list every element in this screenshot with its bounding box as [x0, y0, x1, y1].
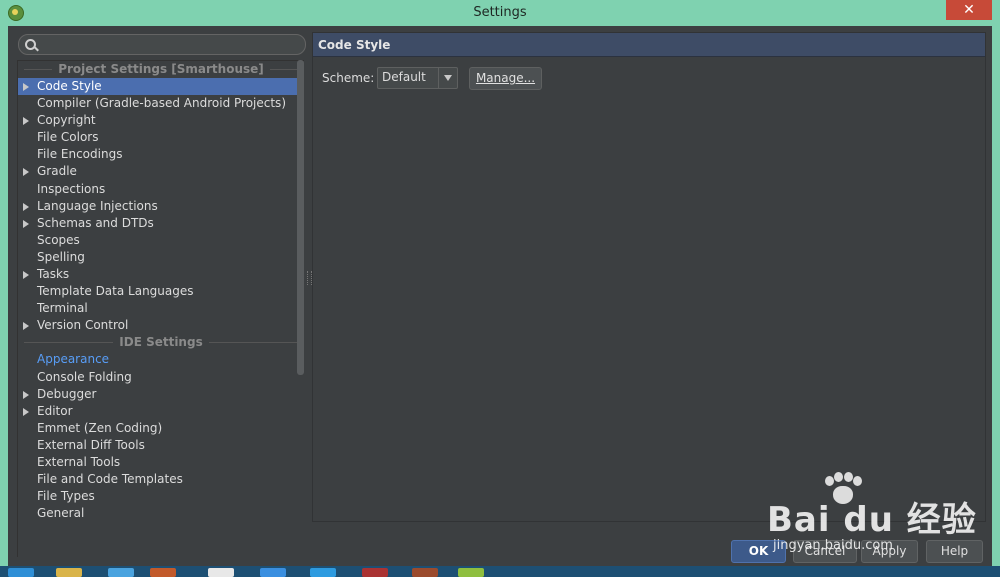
chevron-right-icon[interactable] — [23, 407, 29, 416]
tree-item-label: External Tools — [37, 454, 121, 469]
tree-item-external-tools[interactable]: External Tools — [18, 454, 304, 471]
firefox-icon[interactable] — [150, 568, 176, 577]
tree-item-label: Compiler (Gradle-based Android Projects) — [37, 96, 286, 111]
tree-scrollbar[interactable] — [297, 60, 304, 375]
settings-navigation: Project Settings [Smarthouse] Code Style… — [8, 26, 306, 566]
ide-settings-list: Appearance Console Folding Debugger Editor E… — [18, 351, 304, 522]
watermark-url: jingyan.baidu.com — [773, 538, 893, 553]
media-icon[interactable] — [362, 568, 388, 577]
scheme-dropdown[interactable]: Default — [377, 67, 458, 89]
manage-button[interactable]: Manage... — [469, 67, 542, 90]
chevron-right-icon[interactable] — [23, 168, 29, 177]
tree-item-template-data-languages[interactable]: Template Data Languages — [18, 283, 304, 300]
tree-item-tasks[interactable]: Tasks — [18, 266, 304, 283]
watermark-brand: Bai du 经验 — [767, 500, 977, 540]
chevron-right-icon[interactable] — [23, 83, 29, 91]
tree-item-label: Editor — [37, 403, 73, 418]
chevron-down-icon — [444, 75, 452, 81]
tree-item-label: Emmet (Zen Coding) — [37, 420, 163, 435]
tree-item-file-and-code-templates[interactable]: File and Code Templates — [18, 471, 304, 488]
tree-item-label: Appearance — [37, 352, 110, 367]
close-button[interactable]: ✕ — [946, 0, 992, 20]
tree-item-label: Version Control — [37, 318, 129, 333]
settings-tree: Project Settings [Smarthouse] Code Style… — [17, 60, 304, 557]
search-input[interactable] — [41, 36, 300, 53]
tree-item-external-diff-tools[interactable]: External Diff Tools — [18, 437, 304, 454]
tree-item-debugger[interactable]: Debugger — [18, 386, 304, 403]
tree-item-compiler-gradle-based-android-projects[interactable]: Compiler (Gradle-based Android Projects) — [18, 95, 304, 112]
tree-item-label: Tasks — [37, 267, 70, 282]
tree-item-appearance[interactable]: Appearance — [18, 351, 304, 368]
app-icon[interactable] — [108, 568, 134, 577]
tree-item-label: Language Injections — [37, 198, 158, 213]
chevron-right-icon[interactable] — [23, 117, 29, 126]
tree-item-file-types[interactable]: File Types — [18, 488, 304, 505]
tree-item-label: File Encodings — [37, 147, 123, 162]
tree-item-label: File Types — [37, 489, 95, 504]
chevron-right-icon[interactable] — [23, 390, 29, 399]
tree-item-label: Debugger — [37, 386, 97, 401]
folder-icon[interactable] — [56, 568, 82, 577]
android-studio-taskbar-icon[interactable] — [458, 568, 484, 577]
tree-item-gradle[interactable]: Gradle — [18, 163, 304, 180]
window-title: Settings — [473, 5, 527, 20]
scheme-label: Scheme: — [322, 71, 375, 85]
tree-item-label: Inspections — [37, 181, 106, 196]
search-icon — [25, 39, 36, 50]
chat-icon[interactable] — [310, 568, 336, 577]
tree-item-label: Spelling — [37, 249, 85, 264]
project-settings-list: Code Style Compiler (Gradle-based Android… — [18, 78, 304, 334]
group-header-project: Project Settings [Smarthouse] — [18, 61, 304, 78]
cat-icon[interactable] — [208, 568, 234, 577]
tree-item-language-injections[interactable]: Language Injections — [18, 198, 304, 215]
watermark: Bai du 经验 jingyan.baidu.com — [765, 470, 995, 560]
tree-item-label: File Colors — [37, 130, 99, 145]
mail-icon[interactable] — [260, 568, 286, 577]
chevron-right-icon[interactable] — [23, 202, 29, 211]
tree-item-scopes[interactable]: Scopes — [18, 232, 304, 249]
tree-item-file-colors[interactable]: File Colors — [18, 129, 304, 146]
taskbar — [0, 566, 1000, 577]
tree-item-general[interactable]: General — [18, 505, 304, 522]
tree-item-label: Console Folding — [37, 369, 132, 384]
tree-item-label: Gradle — [37, 164, 77, 179]
tree-item-console-folding[interactable]: Console Folding — [18, 369, 304, 386]
scheme-value: Default — [382, 70, 426, 84]
chevron-right-icon[interactable] — [23, 322, 29, 331]
tree-item-label: Schemas and DTDs — [37, 215, 154, 230]
dropdown-divider — [438, 68, 439, 88]
tree-item-inspections[interactable]: Inspections — [18, 181, 304, 198]
tree-item-label: Copyright — [37, 113, 96, 128]
tree-item-label: Code Style — [37, 79, 102, 93]
tree-item-editor[interactable]: Editor — [18, 403, 304, 420]
tree-item-label: Scopes — [37, 232, 80, 247]
tree-item-label: General — [37, 506, 85, 521]
tree-item-copyright[interactable]: Copyright — [18, 112, 304, 129]
tree-item-label: External Diff Tools — [37, 437, 145, 452]
content-panel: Code Style Scheme: Default Manage... — [312, 32, 986, 522]
title-bar: Settings ✕ — [0, 0, 1000, 25]
search-field[interactable] — [18, 34, 306, 55]
tree-item-terminal[interactable]: Terminal — [18, 300, 304, 317]
tree-item-file-encodings[interactable]: File Encodings — [18, 146, 304, 163]
tree-item-label: File and Code Templates — [37, 472, 183, 487]
ie-icon[interactable] — [8, 568, 34, 577]
group-header-ide: IDE Settings — [18, 334, 304, 351]
tree-item-label: Terminal — [37, 301, 88, 316]
tree-item-label: Template Data Languages — [37, 284, 194, 299]
chevron-right-icon[interactable] — [23, 219, 29, 228]
tree-item-schemas-and-dtds[interactable]: Schemas and DTDs — [18, 215, 304, 232]
tree-item-spelling[interactable]: Spelling — [18, 249, 304, 266]
section-title: Code Style — [313, 33, 985, 57]
tool-icon[interactable] — [412, 568, 438, 577]
tree-item-emmet-zen-coding[interactable]: Emmet (Zen Coding) — [18, 420, 304, 437]
tree-item-code-style[interactable]: Code Style — [18, 78, 298, 96]
chevron-right-icon[interactable] — [23, 271, 29, 280]
tree-item-version-control[interactable]: Version Control — [18, 317, 304, 334]
